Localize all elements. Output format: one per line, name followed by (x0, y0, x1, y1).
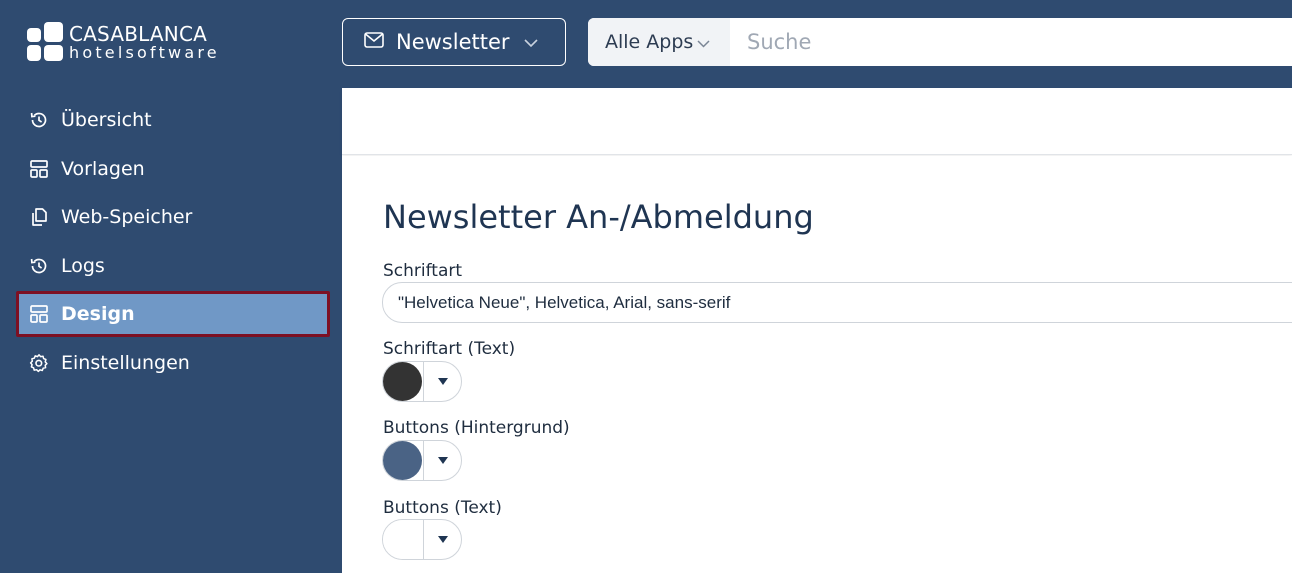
chevron-down-icon (697, 31, 710, 53)
button-background-color-picker[interactable] (382, 440, 462, 481)
search-scope-dropdown[interactable]: Alle Apps (588, 18, 730, 66)
logo-name-line1: CASABLANCA (69, 21, 208, 46)
layout-icon (28, 303, 50, 325)
logo-mark-icon (27, 22, 63, 62)
search-bar: Alle Apps (588, 18, 1292, 66)
picker-divider (423, 520, 424, 559)
top-bar: CASABLANCA hotelsoftware Newsletter Alle… (0, 0, 1292, 88)
sidebar-item-einstellungen[interactable]: Einstellungen (16, 340, 330, 386)
sidebar-item-label: Design (61, 303, 135, 325)
sidebar-item-web-speicher[interactable]: Web-Speicher (16, 194, 330, 240)
text-color-label: Schriftart (Text) (383, 339, 516, 359)
chevron-down-icon (523, 33, 538, 52)
gear-icon (28, 352, 50, 374)
sidebar-item-label: Logs (61, 255, 105, 277)
layout-icon (28, 158, 50, 180)
history-icon (28, 109, 50, 131)
app-switcher-dropdown[interactable]: Newsletter (342, 18, 566, 66)
color-swatch (383, 520, 422, 559)
text-color-picker[interactable] (382, 361, 462, 402)
sidebar-item-uebersicht[interactable]: Übersicht (16, 97, 330, 143)
logo-name-line2: hotelsoftware (69, 42, 220, 62)
font-family-input[interactable] (382, 282, 1292, 323)
font-field-label: Schriftart (383, 261, 463, 281)
caret-down-icon (438, 457, 448, 464)
sidebar-item-label: Einstellungen (61, 352, 190, 374)
logo-text: CASABLANCA hotelsoftware (69, 24, 220, 61)
search-scope-label: Alle Apps (605, 31, 694, 53)
caret-down-icon (438, 536, 448, 543)
page-title: Newsletter An-/Abmeldung (383, 198, 814, 236)
sidebar-item-design[interactable]: Design (16, 291, 330, 337)
copy-icon (28, 206, 50, 228)
search-input[interactable] (730, 18, 1292, 66)
sidebar-item-logs[interactable]: Logs (16, 243, 330, 289)
content-toolbar (342, 88, 1292, 155)
mail-icon (364, 32, 384, 52)
app-switcher-label: Newsletter (396, 30, 510, 54)
color-swatch (383, 362, 422, 401)
picker-divider (423, 441, 424, 480)
button-background-label: Buttons (Hintergrund) (383, 418, 570, 438)
caret-down-icon (438, 378, 448, 385)
casablanca-logo[interactable]: CASABLANCA hotelsoftware (27, 22, 220, 62)
button-text-label: Buttons (Text) (383, 498, 502, 518)
history-icon (28, 255, 50, 277)
color-swatch (383, 441, 422, 480)
sidebar-item-label: Vorlagen (61, 158, 145, 180)
button-text-color-picker[interactable] (382, 519, 462, 560)
sidebar-item-vorlagen[interactable]: Vorlagen (16, 146, 330, 192)
sidebar-item-label: Übersicht (61, 109, 152, 131)
design-settings-panel: Newsletter An-/Abmeldung Schriftart Schr… (342, 156, 1292, 573)
sidebar-item-label: Web-Speicher (61, 206, 193, 228)
picker-divider (423, 362, 424, 401)
